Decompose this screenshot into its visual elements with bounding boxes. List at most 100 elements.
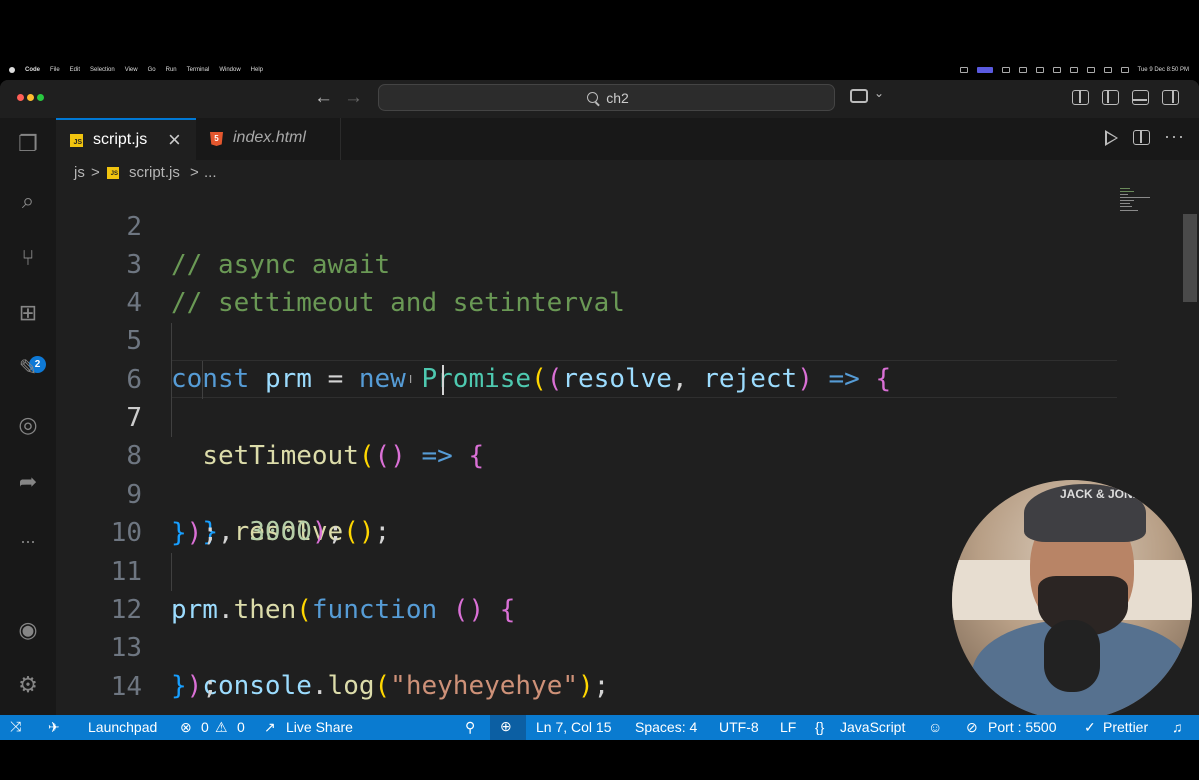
- more-icon[interactable]: ...: [14, 523, 42, 551]
- braces-icon: {}: [815, 719, 825, 735]
- close-window-button[interactable]: [17, 94, 24, 101]
- zoom-indicator[interactable]: ⊕: [490, 715, 526, 740]
- close-icon[interactable]: ×: [168, 127, 181, 153]
- arrow-left-icon[interactable]: ←: [314, 87, 333, 109]
- control-center-icon[interactable]: [1120, 67, 1129, 73]
- copilot-chat-icon[interactable]: [850, 89, 868, 103]
- code-line: 9 });: [56, 438, 1116, 548]
- tray-icon[interactable]: [959, 67, 968, 73]
- tab-label: script.js: [93, 131, 148, 148]
- search-icon[interactable]: [1103, 67, 1112, 73]
- error-icon: ⊗: [180, 719, 192, 735]
- battery-icon[interactable]: [1069, 67, 1078, 73]
- chevron-down-icon[interactable]: ⌄: [874, 86, 884, 100]
- warning-icon: ⚠: [215, 719, 228, 735]
- warning-count[interactable]: 0: [237, 719, 245, 735]
- live-share-icon[interactable]: ➦: [14, 468, 42, 496]
- tab-script-js[interactable]: JS script.js ×: [56, 118, 196, 160]
- error-count[interactable]: 0: [201, 719, 209, 735]
- line-number: 14: [110, 672, 142, 702]
- microphone: [1044, 620, 1100, 692]
- vertical-scrollbar[interactable]: [1183, 214, 1197, 302]
- check-icon: ✓: [1084, 719, 1096, 735]
- chat-icon[interactable]: ✎: [14, 354, 42, 382]
- encoding[interactable]: UTF-8: [719, 719, 759, 735]
- arrow-right-icon[interactable]: →: [344, 87, 363, 109]
- menu-selection[interactable]: Selection: [90, 67, 115, 73]
- menu-file[interactable]: File: [50, 67, 60, 73]
- code-line: 10: [56, 476, 1116, 548]
- indent-guide: [202, 361, 203, 399]
- prettier-item[interactable]: Prettier: [1103, 719, 1148, 735]
- apple-icon[interactable]: [9, 67, 15, 73]
- code-line: 2 // async await: [56, 186, 1116, 280]
- menu-app[interactable]: Code: [25, 67, 40, 73]
- tray-icon[interactable]: [1001, 67, 1010, 73]
- live-share-item[interactable]: Live Share: [286, 719, 353, 735]
- menu-help[interactable]: Help: [251, 67, 263, 73]
- code-line: 11 prm.then(function () {: [56, 515, 1116, 625]
- mouse-ibeam-cursor: I: [409, 373, 413, 386]
- code-line: 8 }, 3000);: [56, 399, 1116, 547]
- toggle-secondary-sidebar-icon[interactable]: [1162, 90, 1179, 105]
- tray-icon[interactable]: [1018, 67, 1027, 73]
- macos-menu-bar: Code File Edit Selection View Go Run Ter…: [0, 64, 1199, 78]
- menu-view[interactable]: View: [125, 67, 138, 73]
- search-icon[interactable]: ⌕: [14, 187, 42, 215]
- more-actions-icon[interactable]: ···: [1164, 126, 1185, 147]
- bell-icon[interactable]: ♫: [1172, 719, 1183, 735]
- end-of-line[interactable]: LF: [780, 719, 796, 735]
- tab-index-html[interactable]: 5 index.html: [196, 118, 341, 160]
- language-mode[interactable]: JavaScript: [840, 719, 905, 735]
- toggle-primary-sidebar-icon[interactable]: [1102, 90, 1119, 105]
- gear-icon[interactable]: ⚙: [14, 671, 42, 699]
- command-center-label: ch2: [606, 90, 629, 106]
- split-editor-icon[interactable]: [1133, 130, 1150, 145]
- minimize-window-button[interactable]: [27, 94, 34, 101]
- code-line: 6 setTimeout(() => {: [56, 323, 1116, 471]
- wifi-icon[interactable]: [1086, 67, 1095, 73]
- remote-icon: ⤨: [10, 718, 22, 734]
- minimap[interactable]: [1120, 186, 1180, 216]
- activity-bar: ❐ ⌕ ⑂ ⊞ 2 ✎ ◎ ➦ ... ◉ ⚙: [0, 118, 57, 715]
- remote-indicator[interactable]: ⤨: [0, 715, 36, 740]
- indentation[interactable]: Spaces: 4: [635, 719, 697, 735]
- live-server-port[interactable]: Port : 5500: [988, 719, 1057, 735]
- tray-icon[interactable]: [1052, 67, 1061, 73]
- git-graph-icon[interactable]: ◎: [14, 411, 42, 439]
- title-bar: ← → ch2 ⌄: [0, 80, 1199, 119]
- menu-bar-tray: Tue 9 Dec 8:50 PM: [959, 67, 1189, 73]
- menu-terminal[interactable]: Terminal: [187, 67, 210, 73]
- tab-label: index.html: [233, 129, 306, 146]
- extensions-icon[interactable]: ⊞: [14, 299, 42, 327]
- command-center-search[interactable]: ch2: [378, 84, 835, 111]
- launchpad-item[interactable]: Launchpad: [88, 719, 157, 735]
- breadcrumb-folder[interactable]: js: [74, 164, 85, 181]
- copilot-icon[interactable]: ☺: [928, 719, 942, 735]
- launchpad-icon: ✈: [48, 719, 60, 735]
- menu-run[interactable]: Run: [166, 67, 177, 73]
- code-text: console.log("heyheyehye");: [202, 671, 610, 701]
- breadcrumb-symbol[interactable]: ...: [204, 164, 217, 181]
- menu-edit[interactable]: Edit: [70, 67, 80, 73]
- toggle-panel-icon[interactable]: [1132, 90, 1149, 105]
- breadcrumb-separator: >: [190, 164, 199, 181]
- source-control-icon[interactable]: ⑂: [14, 244, 42, 272]
- account-icon[interactable]: ◉: [14, 616, 42, 644]
- run-icon[interactable]: [1105, 130, 1118, 146]
- menu-bar-clock[interactable]: Tue 9 Dec 8:50 PM: [1138, 67, 1189, 73]
- code-text: });: [171, 671, 218, 701]
- menu-window[interactable]: Window: [219, 67, 240, 73]
- javascript-file-icon: JS: [70, 134, 83, 147]
- breadcrumb-file[interactable]: script.js: [129, 164, 180, 181]
- explorer-icon[interactable]: ❐: [14, 130, 42, 158]
- customize-layout-icon[interactable]: [1072, 90, 1089, 105]
- code-line: 7 resolve();: [56, 361, 1116, 547]
- indent-guide: [171, 553, 172, 591]
- zoom-window-button[interactable]: [37, 94, 44, 101]
- tray-icon[interactable]: [1035, 67, 1044, 73]
- pin-icon[interactable]: ⚲: [465, 719, 475, 736]
- tray-icon-highlighted[interactable]: [976, 67, 993, 73]
- menu-go[interactable]: Go: [148, 67, 156, 73]
- cursor-position[interactable]: Ln 7, Col 15: [536, 719, 612, 735]
